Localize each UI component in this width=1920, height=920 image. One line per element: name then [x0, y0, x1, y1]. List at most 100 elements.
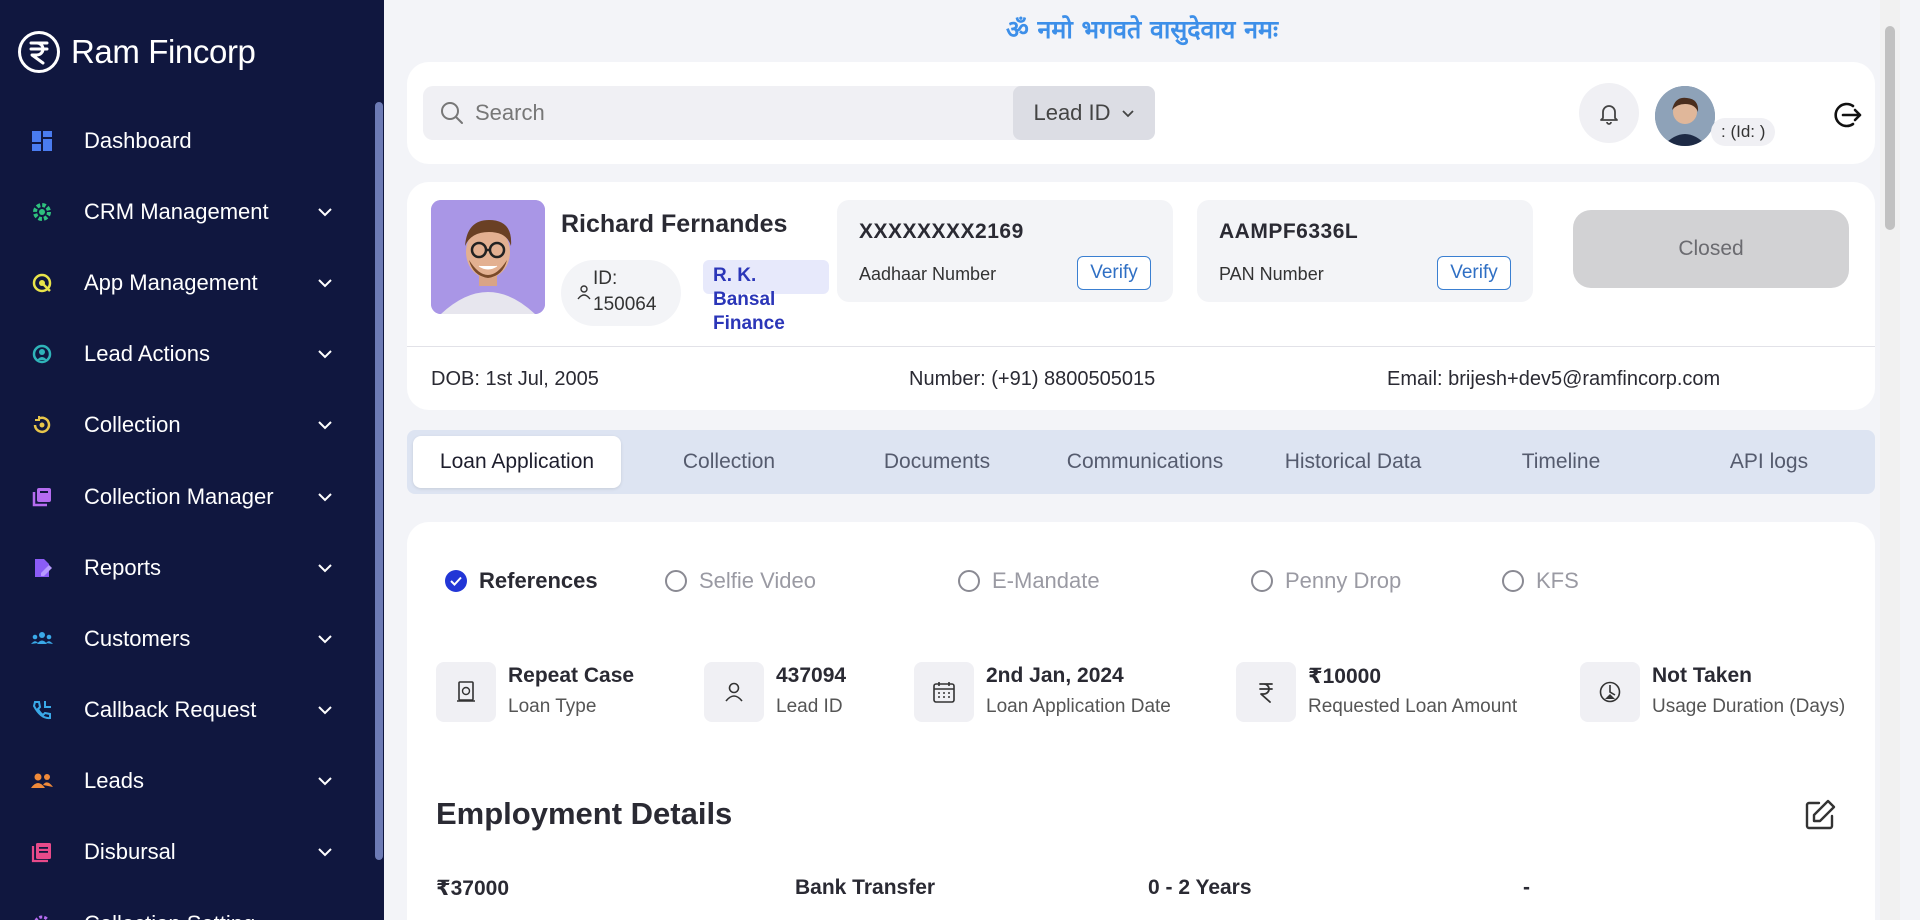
leads-icon [30, 769, 54, 793]
sidebar-item-dashboard[interactable]: Dashboard [0, 105, 376, 176]
sidebar-item-collection-setting[interactable]: Collection Setting [0, 888, 376, 920]
main-content: ॐ नमो भगवते वासुदेवाय नमः Lead ID : (Id:… [384, 0, 1900, 920]
top-bar: Lead ID : (Id: ) [407, 62, 1875, 164]
info-value: 2nd Jan, 2024 [986, 664, 1124, 687]
customer-id-value: 150064 [593, 294, 657, 315]
user-photo [1655, 86, 1715, 146]
logout-icon[interactable] [1830, 98, 1864, 132]
money-icon [436, 662, 496, 722]
employment-experience: 0 - 2 Years [1148, 876, 1252, 899]
page-scrollbar[interactable] [1880, 0, 1900, 920]
bell-icon [1600, 105, 1618, 125]
customer-avatar-image [431, 200, 545, 314]
tab-api-logs[interactable]: API logs [1669, 436, 1869, 488]
sidebar-item-customers[interactable]: Customers [0, 603, 376, 674]
reports-icon [30, 556, 54, 580]
scrollbar-thumb[interactable] [1885, 26, 1895, 230]
chevron-down-icon [314, 557, 336, 579]
tab-communications[interactable]: Communications [1045, 436, 1245, 488]
employment-details-title: Employment Details [436, 796, 733, 831]
chevron-down-icon [314, 841, 336, 863]
tab-historical-data[interactable]: Historical Data [1253, 436, 1453, 488]
customer-photo [431, 200, 545, 314]
verify-pan-button[interactable]: Verify [1437, 256, 1511, 290]
step-references[interactable]: References [445, 568, 598, 594]
search-input[interactable] [475, 100, 975, 126]
notification-button[interactable] [1579, 83, 1639, 143]
disbursal-icon [30, 840, 54, 864]
collection-manager-icon [30, 485, 54, 509]
info-value: Not Taken [1652, 664, 1752, 687]
employment-extra: - [1523, 876, 1530, 899]
sidebar-item-label: Collection [84, 412, 181, 438]
divider [407, 346, 1875, 347]
sidebar-item-label: CRM Management [84, 198, 269, 224]
step-label: References [479, 568, 598, 593]
sidebar-scrollbar[interactable] [375, 102, 383, 860]
rupee-icon [1236, 662, 1296, 722]
step-selfie-video[interactable]: Selfie Video [665, 568, 816, 594]
sidebar-item-lead-actions[interactable]: Lead Actions [0, 319, 376, 390]
step-e-mandate[interactable]: E-Mandate [958, 568, 1100, 594]
sidebar-item-label: Callback Request [84, 697, 257, 723]
customer-name: Richard Fernandes [561, 210, 788, 238]
user-id-chip: : (Id: ) [1711, 118, 1776, 146]
customer-profile-card: Richard Fernandes ID: 150064 R. K. Bansa… [407, 182, 1875, 410]
sidebar-item-leads[interactable]: Leads [0, 746, 376, 817]
step-label: Selfie Video [699, 568, 817, 593]
user-icon [577, 285, 591, 300]
customers-icon [30, 627, 54, 651]
collection-icon [30, 413, 54, 437]
sidebar-item-label: Dashboard [84, 127, 192, 153]
search-type-select[interactable]: Lead ID [1013, 86, 1155, 140]
sidebar-item-callback-request[interactable]: Callback Request [0, 675, 376, 746]
user-avatar[interactable] [1655, 86, 1715, 146]
app-icon [30, 271, 54, 295]
info-label: Loan Type [508, 696, 597, 717]
sidebar-item-collection[interactable]: Collection [0, 390, 376, 461]
radio-icon [1502, 570, 1524, 592]
check-circle-icon [445, 570, 467, 592]
step-kfs[interactable]: KFS [1502, 568, 1579, 594]
sidebar-item-disbursal[interactable]: Disbursal [0, 817, 376, 888]
tab-loan-application[interactable]: Loan Application [413, 436, 621, 488]
sidebar-item-app-management[interactable]: App Management [0, 247, 376, 318]
search-icon [441, 102, 463, 124]
pan-box: AAMPF6336L PAN Number Verify [1197, 200, 1533, 302]
sidebar-item-crm-management[interactable]: CRM Management [0, 176, 376, 247]
calendar-icon [914, 662, 974, 722]
status-button[interactable]: Closed [1573, 210, 1849, 288]
gear-icon [30, 200, 54, 224]
sidebar-item-label: App Management [84, 269, 258, 295]
search-type-label: Lead ID [1033, 100, 1111, 125]
sidebar-item-label: Disbursal [84, 839, 176, 865]
tab-bar: Loan Application Collection Documents Co… [407, 430, 1875, 494]
sidebar-nav: Dashboard CRM Management App Management … [0, 105, 376, 920]
edit-icon[interactable] [1803, 798, 1837, 832]
verify-aadhaar-button[interactable]: Verify [1077, 256, 1151, 290]
info-label: Usage Duration (Days) [1652, 696, 1846, 717]
tab-collection[interactable]: Collection [629, 436, 829, 488]
sidebar-item-collection-manager[interactable]: Collection Manager [0, 461, 376, 532]
chevron-down-icon [314, 699, 336, 721]
step-label: KFS [1536, 568, 1579, 593]
tab-timeline[interactable]: Timeline [1461, 436, 1661, 488]
tab-documents[interactable]: Documents [837, 436, 1037, 488]
radio-icon [1251, 570, 1273, 592]
sidebar: Ram Fincorp Dashboard CRM Management App… [0, 0, 384, 920]
mantra-heading: ॐ नमो भगवते वासुदेवाय नमः [1005, 15, 1278, 44]
employment-salary: ₹37000 [436, 877, 510, 900]
dashboard-icon [30, 129, 54, 153]
sidebar-item-label: Reports [84, 554, 162, 580]
step-label: E-Mandate [992, 568, 1100, 593]
customer-id-pill: ID: 150064 [561, 260, 681, 326]
info-value: ₹10000 [1308, 665, 1382, 688]
sidebar-item-reports[interactable]: Reports [0, 532, 376, 603]
chevron-down-icon [314, 343, 336, 365]
info-value: 437094 [776, 664, 847, 687]
brand[interactable]: Ram Fincorp [17, 28, 256, 76]
chevron-down-icon [314, 201, 336, 223]
step-penny-drop[interactable]: Penny Drop [1251, 568, 1401, 594]
customer-id-label: ID: [593, 268, 618, 289]
sidebar-item-label: Leads [84, 768, 144, 794]
